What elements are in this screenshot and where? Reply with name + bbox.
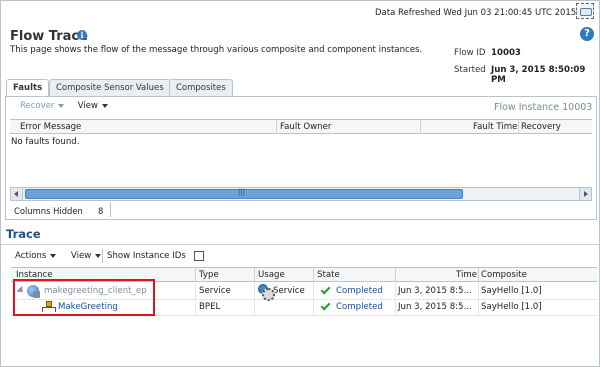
faults-view-menu[interactable]: View: [78, 101, 108, 111]
tab-composite-sensor-values[interactable]: Composite Sensor Values: [49, 79, 171, 96]
flow-trace-page: Data Refreshed Wed Jun 03 21:00:45 UTC 2…: [0, 0, 600, 367]
column-header-fault-time[interactable]: Fault Time: [473, 122, 517, 132]
instance-name-link[interactable]: MakeGreeting: [58, 302, 118, 312]
column-header-usage[interactable]: Usage: [258, 270, 285, 280]
scroll-right-icon[interactable]: [579, 188, 591, 200]
column-header-time[interactable]: Time: [456, 270, 477, 280]
recover-menu[interactable]: Recover: [20, 101, 65, 111]
faults-table-header: Error Message Fault Owner Fault Time Rec…: [10, 119, 592, 134]
instance-time: Jun 3, 2015 8:5...: [398, 302, 472, 312]
show-instance-ids-label: Show Instance IDs: [107, 251, 186, 261]
chevron-down-icon: [58, 103, 65, 108]
chevron-down-icon: [50, 253, 57, 258]
scrollbar-thumb[interactable]: [25, 188, 463, 199]
actions-menu[interactable]: Actions: [15, 251, 57, 261]
tab-composites[interactable]: Composites: [169, 79, 233, 96]
flow-id-label: Flow ID: [454, 48, 486, 58]
help-icon[interactable]: ?: [580, 27, 594, 41]
column-header-composite[interactable]: Composite: [481, 270, 527, 280]
bpel-component-icon: [42, 301, 56, 312]
trace-toolbar: Actions View: [15, 251, 102, 261]
faults-toolbar: Recover View: [20, 101, 108, 111]
page-description: This page shows the flow of the message …: [10, 45, 423, 55]
column-header-type[interactable]: Type: [199, 270, 219, 280]
trace-table-header: Instance Type Usage State Time Composite: [11, 267, 597, 282]
faults-panel: [5, 96, 597, 220]
refresh-icon[interactable]: [576, 3, 594, 19]
column-header-recovery[interactable]: Recovery: [521, 122, 561, 132]
instance-usage: Service: [273, 286, 305, 296]
column-header-instance[interactable]: Instance: [16, 270, 53, 280]
chevron-down-icon: [95, 253, 102, 258]
empty-table-message: No faults found.: [11, 137, 80, 147]
column-header-error-message[interactable]: Error Message: [20, 122, 81, 132]
actions-label: Actions: [15, 251, 47, 261]
instance-name-link[interactable]: makegreeting_client_ep: [44, 286, 147, 296]
chevron-down-icon: [101, 103, 108, 108]
trace-view-menu[interactable]: View: [70, 251, 102, 261]
columns-hidden-value: 8: [98, 206, 104, 216]
table-row[interactable]: makegreeting_client_ep Service Service C…: [11, 283, 597, 299]
recover-label: Recover: [20, 101, 55, 111]
instance-time: Jun 3, 2015 8:5...: [398, 286, 472, 296]
scroll-left-icon[interactable]: [11, 188, 23, 200]
info-icon[interactable]: i: [77, 30, 87, 40]
flow-id-value: 10003: [491, 48, 521, 58]
columns-hidden-label: Columns Hidden: [14, 206, 83, 216]
view-label: View: [77, 101, 98, 111]
flow-instance-label: Flow Instance 10003: [494, 102, 593, 113]
column-header-fault-owner[interactable]: Fault Owner: [280, 122, 331, 132]
service-icon: [258, 284, 275, 301]
instance-state: Completed: [336, 286, 383, 296]
globe-icon: [27, 285, 40, 298]
instance-state: Completed: [336, 302, 383, 312]
trace-section-title: Trace: [6, 227, 41, 241]
tab-faults[interactable]: Faults: [6, 79, 50, 97]
view-label: View: [70, 251, 92, 261]
table-row[interactable]: MakeGreeting BPEL Completed Jun 3, 2015 …: [11, 299, 597, 315]
instance-type: BPEL: [199, 302, 221, 312]
data-refreshed-text: Data Refreshed Wed Jun 03 21:00:45 UTC 2…: [375, 8, 577, 18]
started-label: Started: [454, 65, 486, 75]
instance-composite: SayHello [1.0]: [481, 286, 542, 296]
started-value: Jun 3, 2015 8:50:09 PM: [491, 65, 586, 85]
instance-type: Service: [199, 286, 231, 296]
instance-composite: SayHello [1.0]: [481, 302, 542, 312]
column-header-state[interactable]: State: [317, 270, 340, 280]
horizontal-scrollbar[interactable]: [10, 187, 592, 201]
show-instance-ids-checkbox[interactable]: [194, 251, 204, 261]
